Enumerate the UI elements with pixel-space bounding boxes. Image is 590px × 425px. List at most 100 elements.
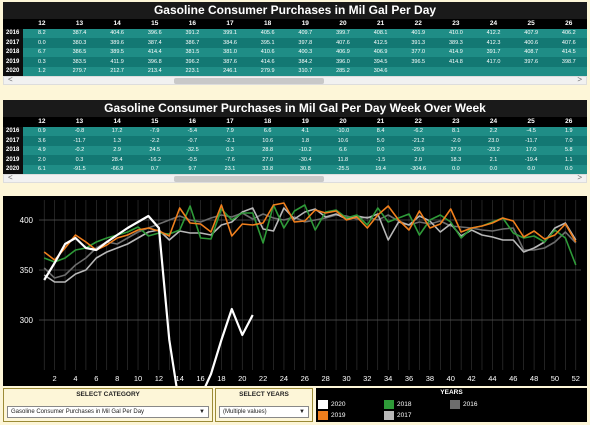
- table-cell: -19.4: [512, 155, 550, 165]
- category-dropdown[interactable]: Gasoline Consumer Purchases in Mil Gal P…: [7, 406, 209, 418]
- years-value: (Multiple values): [223, 409, 267, 415]
- table-row: 2016 0.9 -0.8 17.2 -7.9 -5.4 7.9 6.6 4.1 -10.0 8.4…: [3, 126, 587, 136]
- legend-swatch: [384, 400, 394, 409]
- x-tick-label: 28: [321, 374, 329, 383]
- table-cell: [474, 66, 513, 76]
- table-cell: [399, 66, 438, 76]
- table-cell: 4.1: [286, 126, 325, 136]
- table-cell: 27.0: [248, 155, 287, 165]
- legend-label: 2016: [463, 401, 478, 408]
- table-cell: 37.9: [437, 145, 475, 155]
- table-cell: -6.2: [399, 126, 438, 136]
- table-cell: 0.0: [512, 164, 550, 174]
- table-cell: 387.4: [135, 38, 174, 48]
- legend-item-2018[interactable]: 2018: [384, 400, 411, 409]
- table-cell: 405.6: [248, 28, 287, 38]
- x-tick-label: 42: [467, 374, 475, 383]
- table-cell: 401.9: [399, 28, 438, 38]
- table-cell: 0.0: [437, 164, 475, 174]
- week-over-week-table: 121314151617181920212223242526272820160.…: [3, 117, 587, 174]
- legend-item-2017[interactable]: 2017: [384, 411, 411, 420]
- table-cell: 213.4: [135, 66, 174, 76]
- table-cell: 0.3: [60, 155, 99, 165]
- x-tick-label: 40: [447, 374, 455, 383]
- x-tick-label: 36: [405, 374, 413, 383]
- chevron-down-icon[interactable]: ▼: [199, 407, 205, 418]
- scroll-thumb[interactable]: [174, 176, 324, 182]
- table-row: 2020 1.2 279.7 212.7 213.4 223.1 246.1 279.9 310…: [3, 66, 587, 76]
- table-cell: 396.6: [135, 28, 174, 38]
- legend-title: YEARS: [440, 389, 463, 396]
- x-tick-label: 44: [488, 374, 496, 383]
- table-cell: 409.7: [286, 28, 325, 38]
- table-row: 2019 0.3 383.5 411.9 396.8 396.2 387.6 414.6 384…: [3, 57, 587, 67]
- horizontal-scrollbar[interactable]: < >: [3, 173, 587, 183]
- table-cell: 17.2: [98, 126, 136, 136]
- table-cell: -1.5: [361, 155, 400, 165]
- x-tick-label: 52: [572, 374, 580, 383]
- years-legend: YEARS 2020 2019 2018 2017 2016: [316, 388, 587, 422]
- table-cell: 389.5: [98, 47, 136, 57]
- table-cell: 10.6: [248, 136, 287, 146]
- row-year-label: 2019: [3, 155, 23, 165]
- column-header-week: 23: [437, 19, 475, 29]
- table-cell: 406.9: [324, 47, 362, 57]
- legend-label: 2018: [397, 401, 412, 408]
- category-value: Gasoline Consumer Purchases in Mil Gal P…: [11, 409, 145, 415]
- table-cell: 412.5: [361, 38, 400, 48]
- table-cell: 1.1: [549, 155, 587, 165]
- table-cell: 2.1: [474, 155, 513, 165]
- chevron-down-icon[interactable]: ▼: [299, 407, 305, 418]
- legend-item-2016[interactable]: 2016: [450, 400, 477, 409]
- legend-item-2020[interactable]: 2020: [318, 400, 345, 409]
- table-cell: -30.4: [286, 155, 325, 165]
- row-year-label: 2017: [3, 136, 23, 146]
- scroll-right-arrow[interactable]: >: [577, 173, 582, 182]
- table-row: 2017 3.6 -11.7 1.3 -2.2 -0.7 -2.1 10.6 1.8 10.6 5.…: [3, 136, 587, 146]
- table-cell: 387.4: [60, 28, 99, 38]
- table-cell: 412.2: [474, 28, 513, 38]
- table-row: 2020 6.1 -91.5 -66.9 0.7 9.7 23.1 33.8 30.8 -25.5…: [3, 164, 587, 174]
- x-tick-label: 16: [196, 374, 204, 383]
- table-cell: -2.0: [437, 136, 475, 146]
- scroll-thumb[interactable]: [174, 78, 324, 84]
- table-cell: -0.5: [173, 155, 212, 165]
- legend-swatch: [450, 400, 460, 409]
- table-cell: 400.6: [512, 38, 550, 48]
- table-cell: 23.0: [474, 136, 513, 146]
- x-tick-label: 50: [551, 374, 559, 383]
- column-header-blank: [3, 19, 23, 29]
- table-cell: 6.7: [23, 47, 61, 57]
- column-header-week: 15: [135, 19, 174, 29]
- table-cell: 410.6: [248, 47, 287, 57]
- scroll-right-arrow[interactable]: >: [577, 75, 582, 84]
- legend-swatch: [318, 411, 328, 420]
- table-cell: 23.1: [211, 164, 249, 174]
- table-cell: 1.9: [549, 126, 587, 136]
- legend-swatch: [384, 411, 394, 420]
- table-title: Gasoline Consumer Purchases in Mil Gal P…: [3, 100, 587, 117]
- column-header-week: 24: [474, 19, 513, 29]
- horizontal-scrollbar[interactable]: < >: [3, 75, 587, 85]
- table-cell: 6.6: [324, 145, 362, 155]
- table-cell: 411.9: [98, 57, 136, 67]
- table-cell: -25.5: [324, 164, 362, 174]
- column-header-week: 16: [173, 19, 212, 29]
- legend-item-2019[interactable]: 2019: [318, 411, 345, 420]
- years-dropdown[interactable]: (Multiple values) ▼: [219, 406, 309, 418]
- table-cell: 394.5: [361, 57, 400, 67]
- x-tick-label: 38: [426, 374, 434, 383]
- column-header-blank: [3, 117, 23, 127]
- table-cell: 399.1: [211, 28, 249, 38]
- column-header-week: 23: [437, 117, 475, 127]
- table-cell: 10.6: [324, 136, 362, 146]
- scroll-left-arrow[interactable]: <: [8, 173, 13, 182]
- table-cell: 381.0: [211, 47, 249, 57]
- table-cell: -21.2: [399, 136, 438, 146]
- table-cell: 397.8: [286, 38, 325, 48]
- table-cell: 0.0: [23, 38, 61, 48]
- table-cell: 1.2: [23, 66, 61, 76]
- table-cell: 395.1: [248, 38, 287, 48]
- scroll-left-arrow[interactable]: <: [8, 75, 13, 84]
- row-year-label: 2017: [3, 38, 23, 48]
